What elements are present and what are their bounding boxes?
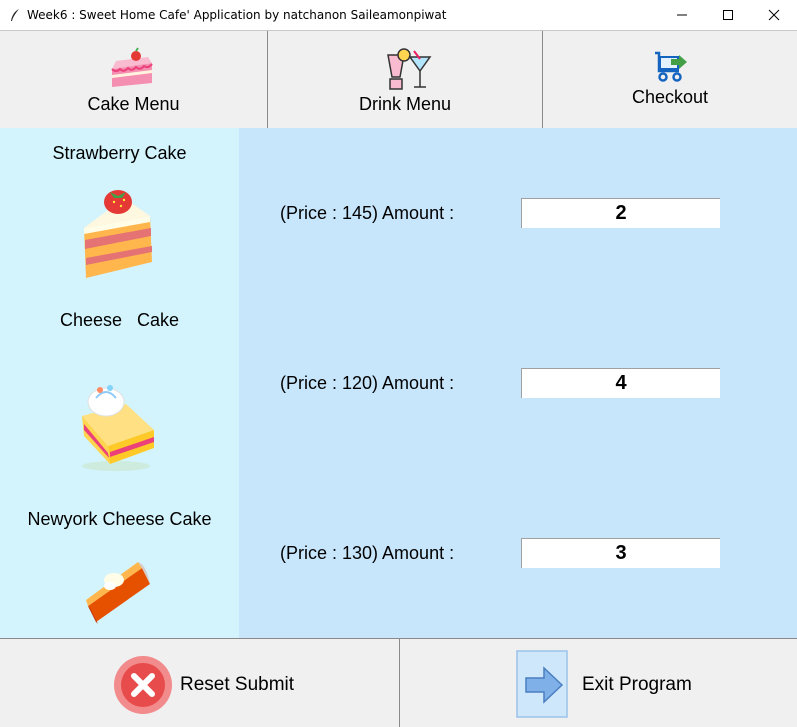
cheese-cake-icon — [74, 376, 158, 477]
window-title: Week6 : Sweet Home Cafe' Application by … — [27, 8, 447, 22]
price-label-strawberry: (Price : 145) Amount : — [280, 203, 455, 223]
menu-bar: Cake Menu Drink Menu Checkout — [0, 30, 797, 128]
cake-menu-button[interactable]: Cake Menu — [0, 31, 268, 128]
price-label-cheese: (Price : 120) Amount : — [280, 373, 455, 393]
amount-input-cheese[interactable]: 4 — [521, 368, 720, 398]
amount-input-newyork[interactable]: 3 — [521, 538, 720, 568]
reset-submit-label: Reset Submit — [180, 674, 295, 695]
cake-name-newyork: Newyork Cheese Cake — [27, 509, 212, 529]
strawberry-cake-icon — [80, 188, 156, 287]
reset-x-icon — [113, 655, 173, 720]
drink-menu-button[interactable]: Drink Menu — [268, 31, 543, 128]
price-label-newyork: (Price : 130) Amount : — [280, 543, 455, 563]
cake-name-cheese: Cheese Cake — [0, 310, 239, 331]
cake-menu-label: Cake Menu — [87, 94, 180, 114]
cake-list-panel: Strawberry Cake Cheese Cake Newyork Chee… — [0, 128, 239, 638]
bottom-bar: Reset Submit Exit Program — [0, 638, 797, 727]
cake-slice-icon — [108, 47, 156, 94]
cocktail-icon — [384, 47, 432, 98]
exit-program-button[interactable]: Exit Program — [400, 639, 797, 727]
exit-arrow-icon — [516, 650, 570, 725]
drink-menu-label: Drink Menu — [358, 94, 452, 114]
title-bar: Week6 : Sweet Home Cafe' Application by … — [0, 0, 797, 30]
cake-name-cheese-text: Cheese Cake — [59, 310, 180, 330]
reset-submit-button[interactable]: Reset Submit — [0, 639, 400, 727]
amount-input-strawberry[interactable]: 2 — [521, 198, 720, 228]
exit-program-label: Exit Program — [582, 674, 692, 695]
feather-icon — [7, 7, 23, 23]
minimize-button[interactable] — [659, 0, 705, 30]
checkout-cart-icon — [653, 49, 689, 90]
newyork-cheese-cake-icon — [82, 554, 154, 631]
checkout-label: Checkout — [631, 87, 709, 107]
order-panel: (Price : 145) Amount : 2 (Price : 120) A… — [239, 128, 797, 638]
window-controls — [659, 0, 797, 30]
maximize-button[interactable] — [705, 0, 751, 30]
checkout-button[interactable]: Checkout — [543, 31, 797, 128]
cake-name-strawberry: Strawberry Cake — [52, 143, 187, 163]
close-button[interactable] — [751, 0, 797, 30]
